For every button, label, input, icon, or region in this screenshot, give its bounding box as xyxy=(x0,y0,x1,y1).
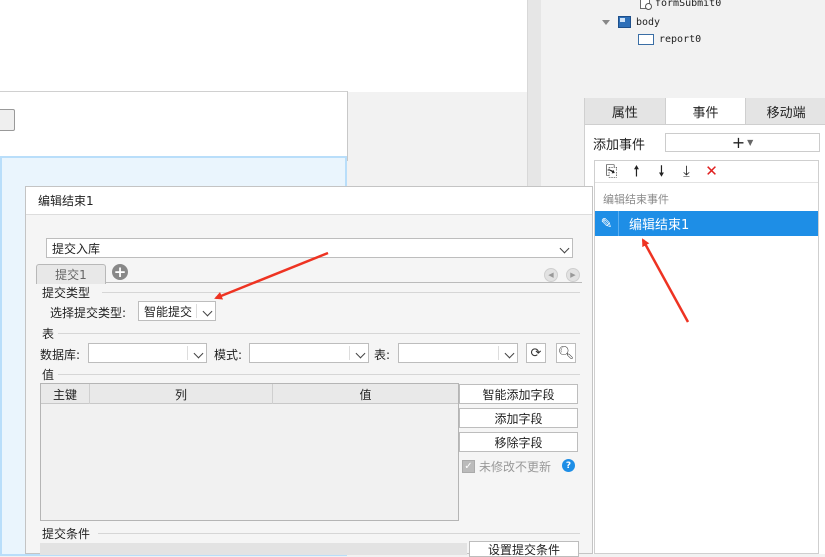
arrow-to-selected-event xyxy=(641,238,690,323)
arrow-to-submit-type xyxy=(214,251,329,300)
annotation-arrows xyxy=(214,238,690,323)
